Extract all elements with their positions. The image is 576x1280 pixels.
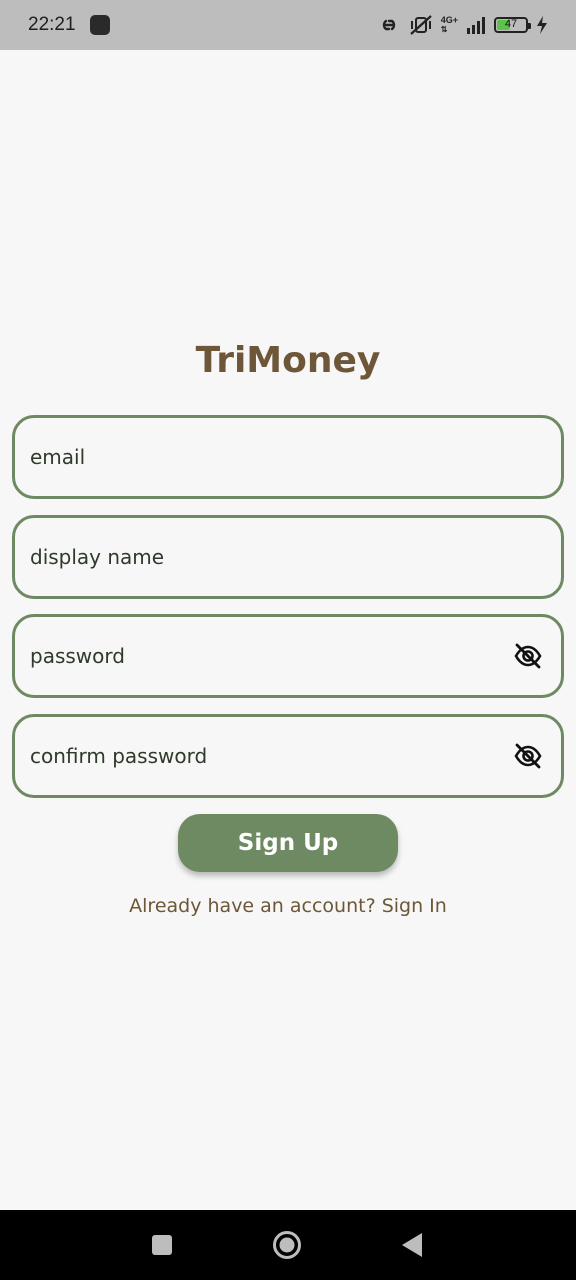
sign-in-link[interactable]: Already have an account? Sign In xyxy=(0,895,576,917)
recents-button[interactable] xyxy=(147,1230,177,1260)
status-bar: 22:21 4G+ ⇅ 47 xyxy=(0,0,576,50)
back-button[interactable] xyxy=(397,1230,427,1260)
data-arrows-icon: ⇅ xyxy=(440,25,448,34)
network-type: 4G+ xyxy=(440,15,458,25)
app-title: TriMoney xyxy=(195,340,381,381)
password-input[interactable] xyxy=(30,644,513,668)
network-indicator: 4G+ ⇅ xyxy=(440,15,458,35)
confirm-password-input[interactable] xyxy=(30,744,513,768)
notification-icon xyxy=(89,15,110,35)
email-field[interactable] xyxy=(12,415,564,499)
status-right: 4G+ ⇅ 47 xyxy=(377,14,548,36)
display-name-field[interactable] xyxy=(12,515,564,599)
display-name-input[interactable] xyxy=(30,545,543,569)
mute-vibrate-icon xyxy=(409,15,432,35)
home-icon xyxy=(273,1231,301,1259)
status-left: 22:21 xyxy=(28,14,110,36)
recents-icon xyxy=(152,1235,172,1255)
system-nav-bar xyxy=(0,1210,576,1280)
visibility-off-icon[interactable] xyxy=(513,741,543,771)
email-input[interactable] xyxy=(30,445,543,469)
visibility-off-icon[interactable] xyxy=(513,641,543,671)
battery-level: 47 xyxy=(504,18,518,30)
signal-icon xyxy=(467,17,485,34)
battery-cap xyxy=(528,23,531,29)
back-icon xyxy=(402,1233,422,1257)
status-time: 22:21 xyxy=(28,14,76,35)
link-icon xyxy=(382,19,395,31)
battery-icon: 47 xyxy=(494,17,531,33)
home-button[interactable] xyxy=(272,1230,302,1260)
password-field[interactable] xyxy=(12,614,564,698)
sign-up-button[interactable]: Sign Up xyxy=(178,814,398,872)
confirm-password-field[interactable] xyxy=(12,714,564,798)
charging-icon xyxy=(537,16,547,34)
